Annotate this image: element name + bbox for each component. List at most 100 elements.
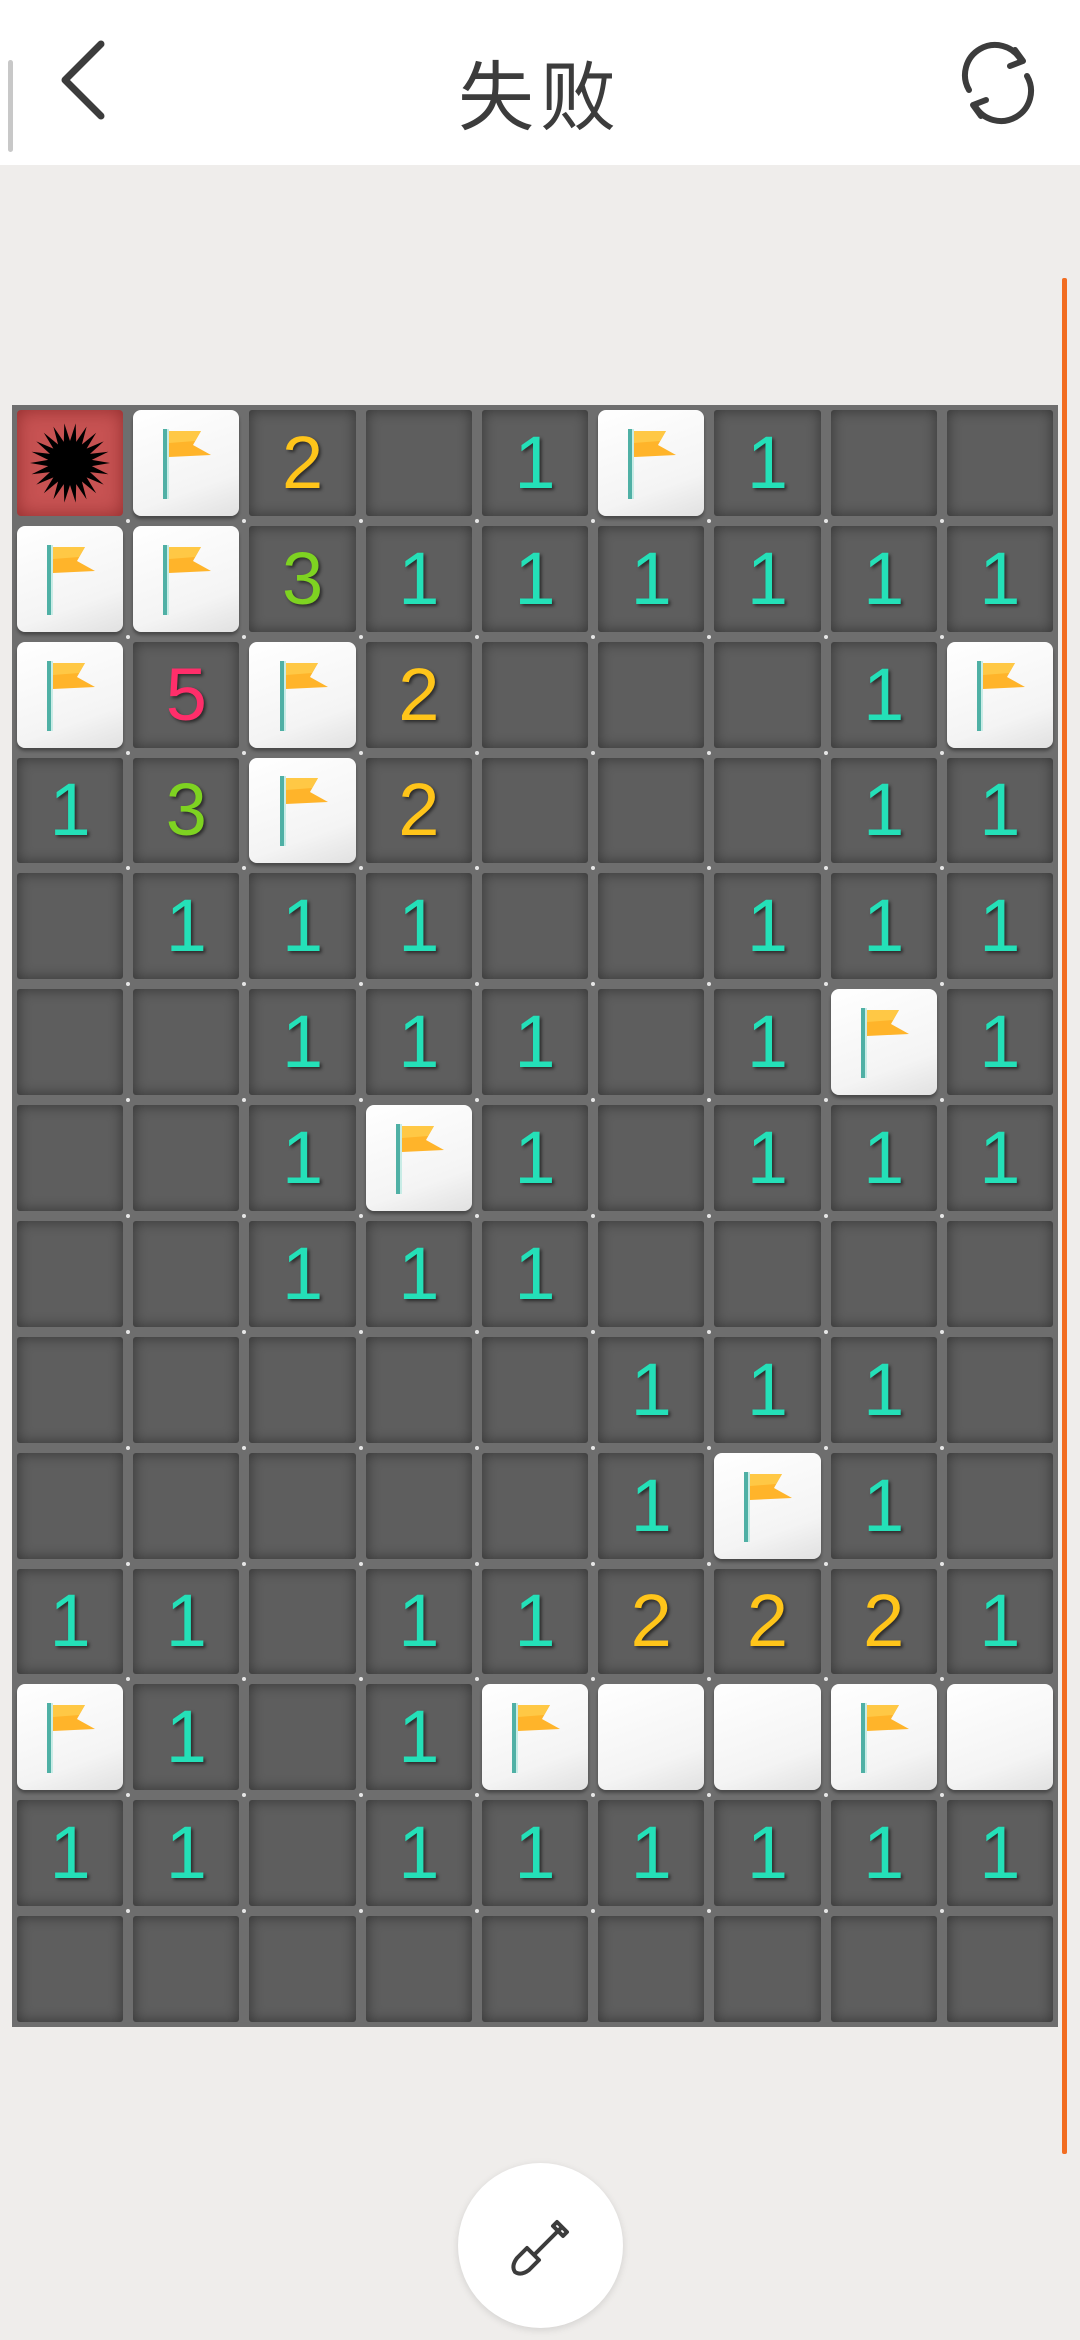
- cell-number[interactable]: 1: [826, 753, 944, 871]
- cell-empty[interactable]: [709, 1216, 828, 1334]
- cell-number[interactable]: 1: [709, 1332, 828, 1450]
- cell-number[interactable]: 3: [128, 753, 247, 871]
- cell-number[interactable]: 1: [244, 1100, 363, 1218]
- cell-flagged[interactable]: [826, 1679, 944, 1798]
- cell-empty[interactable]: [244, 1448, 363, 1566]
- cell-empty[interactable]: [244, 1564, 363, 1682]
- cell-number[interactable]: 1: [942, 1795, 1058, 1911]
- cell-number[interactable]: 1: [128, 1795, 247, 1914]
- cell-empty[interactable]: [244, 1679, 363, 1798]
- cell-empty[interactable]: [942, 1332, 1058, 1448]
- cell-number[interactable]: 1: [361, 1679, 479, 1798]
- cell-empty[interactable]: [128, 1216, 247, 1334]
- cell-empty[interactable]: [128, 984, 247, 1103]
- cell-number[interactable]: 1: [593, 521, 712, 639]
- cell-number[interactable]: 1: [361, 984, 479, 1103]
- cell-empty[interactable]: [12, 1100, 131, 1218]
- cell-number[interactable]: 2: [709, 1564, 828, 1682]
- cell-empty[interactable]: [361, 405, 479, 523]
- cell-number[interactable]: 1: [128, 1679, 247, 1798]
- cell-empty[interactable]: [128, 1332, 247, 1450]
- cell-flagged[interactable]: [477, 1679, 596, 1798]
- cell-empty[interactable]: [942, 1448, 1058, 1564]
- cell-number[interactable]: 1: [477, 1100, 596, 1218]
- cell-number[interactable]: 1: [709, 984, 828, 1103]
- cell-empty[interactable]: [593, 637, 712, 755]
- restart-button[interactable]: [950, 35, 1045, 130]
- cell-number[interactable]: 1: [244, 868, 363, 987]
- cell-number[interactable]: 1: [477, 1564, 596, 1682]
- cell-covered[interactable]: [942, 1679, 1058, 1795]
- cell-number[interactable]: 1: [942, 1100, 1058, 1216]
- cell-number[interactable]: 5: [128, 637, 247, 755]
- cell-number[interactable]: 1: [361, 1795, 479, 1914]
- cell-number[interactable]: 1: [128, 1564, 247, 1682]
- dig-mode-button[interactable]: [458, 2163, 623, 2328]
- cell-empty[interactable]: [826, 1216, 944, 1334]
- cell-number[interactable]: 1: [128, 868, 247, 987]
- cell-empty[interactable]: [477, 1448, 596, 1566]
- cell-number[interactable]: 1: [361, 1564, 479, 1682]
- cell-empty[interactable]: [942, 405, 1058, 521]
- cell-number[interactable]: 1: [12, 1795, 131, 1914]
- cell-number[interactable]: 1: [477, 1216, 596, 1334]
- cell-empty[interactable]: [942, 1216, 1058, 1332]
- cell-exploded-mine[interactable]: [12, 405, 131, 523]
- cell-empty[interactable]: [593, 1911, 709, 2027]
- cell-number[interactable]: 2: [361, 637, 479, 755]
- cell-empty[interactable]: [12, 1448, 131, 1566]
- cell-number[interactable]: 1: [942, 868, 1058, 984]
- cell-empty[interactable]: [593, 1216, 712, 1334]
- cell-number[interactable]: 1: [826, 1448, 944, 1566]
- cell-empty[interactable]: [593, 753, 712, 871]
- cell-number[interactable]: 1: [477, 1795, 596, 1914]
- cell-empty[interactable]: [942, 1911, 1058, 2027]
- cell-empty[interactable]: [361, 1911, 477, 2027]
- cell-number[interactable]: 1: [244, 984, 363, 1103]
- cell-number[interactable]: 1: [593, 1332, 712, 1450]
- cell-number[interactable]: 1: [361, 521, 479, 639]
- cell-flagged[interactable]: [12, 637, 131, 755]
- cell-empty[interactable]: [477, 637, 596, 755]
- cell-number[interactable]: 1: [826, 1795, 944, 1914]
- cell-empty[interactable]: [12, 1332, 131, 1450]
- cell-empty[interactable]: [361, 1332, 479, 1450]
- cell-flagged[interactable]: [826, 984, 944, 1103]
- cell-empty[interactable]: [244, 1795, 363, 1914]
- cell-flagged[interactable]: [593, 405, 712, 523]
- cell-empty[interactable]: [477, 1332, 596, 1450]
- cell-number[interactable]: 1: [12, 753, 131, 871]
- cell-number[interactable]: 2: [826, 1564, 944, 1682]
- cell-number[interactable]: 1: [593, 1448, 712, 1566]
- cell-empty[interactable]: [244, 1911, 360, 2027]
- cell-number[interactable]: 1: [709, 1795, 828, 1914]
- cell-number[interactable]: 2: [593, 1564, 712, 1682]
- cell-number[interactable]: 1: [593, 1795, 712, 1914]
- cell-empty[interactable]: [128, 1448, 247, 1566]
- cell-number[interactable]: 1: [942, 753, 1058, 869]
- cell-empty[interactable]: [593, 984, 712, 1103]
- cell-flagged[interactable]: [361, 1100, 479, 1218]
- cell-empty[interactable]: [477, 753, 596, 871]
- cell-empty[interactable]: [244, 1332, 363, 1450]
- cell-flagged[interactable]: [244, 753, 363, 871]
- cell-number[interactable]: 1: [826, 868, 944, 987]
- cell-empty[interactable]: [709, 637, 828, 755]
- cell-number[interactable]: 1: [12, 1564, 131, 1682]
- cell-empty[interactable]: [593, 868, 712, 987]
- cell-empty[interactable]: [477, 1911, 593, 2027]
- cell-empty[interactable]: [709, 1911, 825, 2027]
- cell-flagged[interactable]: [709, 1448, 828, 1566]
- cell-number[interactable]: 1: [942, 984, 1058, 1100]
- cell-flagged[interactable]: [942, 637, 1058, 753]
- cell-number[interactable]: 1: [709, 521, 828, 639]
- cell-empty[interactable]: [12, 868, 131, 987]
- cell-empty[interactable]: [826, 405, 944, 523]
- cell-flagged[interactable]: [244, 637, 363, 755]
- cell-empty[interactable]: [128, 1100, 247, 1218]
- cell-number[interactable]: 3: [244, 521, 363, 639]
- cell-number[interactable]: 1: [942, 521, 1058, 637]
- cell-flagged[interactable]: [128, 521, 247, 639]
- cell-number[interactable]: 1: [244, 1216, 363, 1334]
- cell-empty[interactable]: [12, 984, 131, 1103]
